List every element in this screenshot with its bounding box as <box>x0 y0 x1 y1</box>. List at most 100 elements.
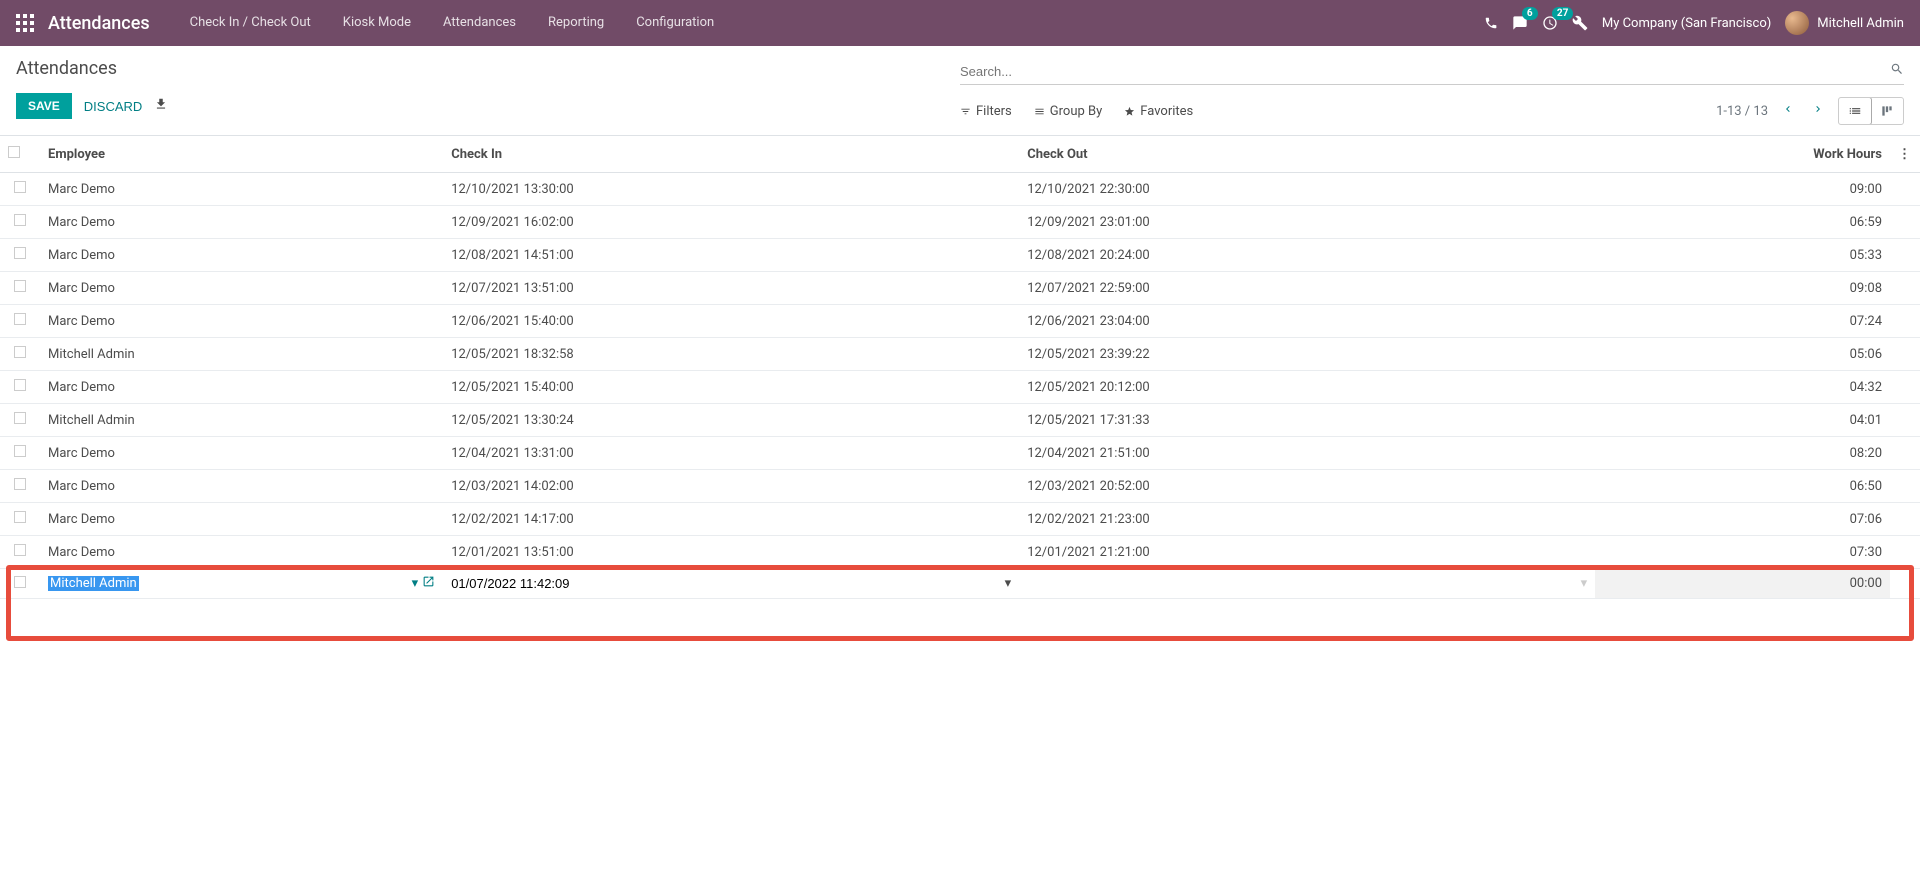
header-checkout[interactable]: Check Out <box>1019 136 1595 173</box>
activities-icon[interactable]: 27 <box>1542 15 1558 31</box>
header-checkbox-cell <box>0 136 40 173</box>
header-checkin[interactable]: Check In <box>443 136 1019 173</box>
cell-checkin: 12/05/2021 18:32:58 <box>443 338 1019 371</box>
user-name: Mitchell Admin <box>1817 16 1904 31</box>
table-row[interactable]: Marc Demo12/03/2021 14:02:0012/03/2021 2… <box>0 470 1920 503</box>
row-checkbox[interactable] <box>14 478 26 490</box>
row-checkbox[interactable] <box>14 247 26 259</box>
workhours-value: 00:00 <box>1595 569 1890 599</box>
cell-employee: Marc Demo <box>40 239 443 272</box>
chevron-left-icon <box>1782 103 1794 115</box>
user-menu[interactable]: Mitchell Admin <box>1785 11 1904 35</box>
cell-workhours: 09:00 <box>1595 173 1890 206</box>
employee-field[interactable]: Mitchell Admin <box>48 576 139 591</box>
table-row[interactable]: Marc Demo12/09/2021 16:02:0012/09/2021 2… <box>0 206 1920 239</box>
cell-workhours: 06:59 <box>1595 206 1890 239</box>
row-checkbox[interactable] <box>14 511 26 523</box>
cell-checkin: 12/05/2021 13:30:24 <box>443 404 1019 437</box>
cell-checkin: 12/01/2021 13:51:00 <box>443 536 1019 569</box>
table-row[interactable]: Marc Demo12/01/2021 13:51:0012/01/2021 2… <box>0 536 1920 569</box>
header-options[interactable]: ⋮ <box>1890 136 1920 173</box>
search-input[interactable] <box>960 64 1890 79</box>
cell-checkin: 12/02/2021 14:17:00 <box>443 503 1019 536</box>
favorites-button[interactable]: Favorites <box>1124 104 1193 119</box>
table-row[interactable]: Mitchell Admin12/05/2021 18:32:5812/05/2… <box>0 338 1920 371</box>
table-row[interactable]: Mitchell Admin12/05/2021 13:30:2412/05/2… <box>0 404 1920 437</box>
employee-dropdown-icon[interactable]: ▾ <box>412 576 419 591</box>
row-checkbox[interactable] <box>14 280 26 292</box>
table-row[interactable]: Marc Demo12/06/2021 15:40:0012/06/2021 2… <box>0 305 1920 338</box>
row-checkbox[interactable] <box>14 379 26 391</box>
debug-icon[interactable] <box>1572 15 1588 31</box>
cell-workhours: 07:24 <box>1595 305 1890 338</box>
view-kanban-button[interactable] <box>1871 98 1903 124</box>
view-list-button[interactable] <box>1838 97 1872 125</box>
table-row[interactable]: Marc Demo12/08/2021 14:51:0012/08/2021 2… <box>0 239 1920 272</box>
row-checkbox[interactable] <box>14 313 26 325</box>
phone-icon[interactable] <box>1484 16 1498 30</box>
table-row[interactable]: Marc Demo12/04/2021 13:31:0012/04/2021 2… <box>0 437 1920 470</box>
cell-checkin: 12/04/2021 13:31:00 <box>443 437 1019 470</box>
cell-checkout: 12/10/2021 22:30:00 <box>1019 173 1595 206</box>
select-all-checkbox[interactable] <box>8 146 20 158</box>
groupby-icon <box>1034 106 1045 117</box>
nav-item-kiosk[interactable]: Kiosk Mode <box>327 0 427 46</box>
apps-icon[interactable] <box>16 14 34 32</box>
table-row[interactable]: Marc Demo12/10/2021 13:30:0012/10/2021 2… <box>0 173 1920 206</box>
nav-item-checkin[interactable]: Check In / Check Out <box>174 0 327 46</box>
star-icon <box>1124 106 1135 117</box>
row-checkbox[interactable] <box>14 214 26 226</box>
row-checkbox[interactable] <box>14 576 26 588</box>
cell-checkin: 12/03/2021 14:02:00 <box>443 470 1019 503</box>
cell-checkout: 12/05/2021 17:31:33 <box>1019 404 1595 437</box>
search-bar <box>960 58 1904 85</box>
company-switcher[interactable]: My Company (San Francisco) <box>1602 16 1771 31</box>
cell-workhours: 07:30 <box>1595 536 1890 569</box>
cell-checkout: 12/08/2021 20:24:00 <box>1019 239 1595 272</box>
groupby-button[interactable]: Group By <box>1034 104 1103 119</box>
row-checkbox[interactable] <box>14 445 26 457</box>
row-checkbox[interactable] <box>14 181 26 193</box>
messages-icon[interactable]: 6 <box>1512 15 1528 31</box>
edit-row: Mitchell Admin ▾ ▾ <box>0 569 1920 599</box>
row-checkbox[interactable] <box>14 544 26 556</box>
cell-workhours: 08:20 <box>1595 437 1890 470</box>
avatar <box>1785 11 1809 35</box>
nav-item-attendances[interactable]: Attendances <box>427 0 532 46</box>
messages-badge: 6 <box>1522 7 1538 20</box>
cell-employee: Marc Demo <box>40 173 443 206</box>
list-icon <box>1848 104 1862 118</box>
cell-checkout: 12/04/2021 21:51:00 <box>1019 437 1595 470</box>
header-workhours[interactable]: Work Hours <box>1595 136 1890 173</box>
cell-checkout: 12/01/2021 21:21:00 <box>1019 536 1595 569</box>
app-brand[interactable]: Attendances <box>48 13 150 34</box>
breadcrumb: Attendances <box>16 58 960 79</box>
checkin-dropdown-icon[interactable]: ▾ <box>1005 576 1012 591</box>
nav-item-reporting[interactable]: Reporting <box>532 0 620 46</box>
search-icon[interactable] <box>1890 62 1904 80</box>
cell-checkin: 12/08/2021 14:51:00 <box>443 239 1019 272</box>
table-row[interactable]: Marc Demo12/02/2021 14:17:0012/02/2021 2… <box>0 503 1920 536</box>
export-icon[interactable] <box>154 97 168 115</box>
cell-workhours: 05:06 <box>1595 338 1890 371</box>
pager-prev[interactable] <box>1778 99 1798 123</box>
cell-checkout: 12/02/2021 21:23:00 <box>1019 503 1595 536</box>
pager-text[interactable]: 1-13 / 13 <box>1716 104 1768 119</box>
cell-checkout: 12/09/2021 23:01:00 <box>1019 206 1595 239</box>
filters-button[interactable]: Filters <box>960 104 1012 119</box>
table-row[interactable]: Marc Demo12/07/2021 13:51:0012/07/2021 2… <box>0 272 1920 305</box>
checkout-dropdown-icon[interactable]: ▾ <box>1581 576 1588 591</box>
nav-item-configuration[interactable]: Configuration <box>620 0 730 46</box>
discard-button[interactable]: DISCARD <box>84 99 143 114</box>
nav-menu: Check In / Check Out Kiosk Mode Attendan… <box>174 0 731 46</box>
cell-checkin: 12/10/2021 13:30:00 <box>443 173 1019 206</box>
external-link-icon[interactable] <box>422 575 435 592</box>
pager-next[interactable] <box>1808 99 1828 123</box>
checkin-input[interactable] <box>451 576 1004 591</box>
row-checkbox[interactable] <box>14 346 26 358</box>
row-checkbox[interactable] <box>14 412 26 424</box>
cell-employee: Marc Demo <box>40 371 443 404</box>
table-row[interactable]: Marc Demo12/05/2021 15:40:0012/05/2021 2… <box>0 371 1920 404</box>
header-employee[interactable]: Employee <box>40 136 443 173</box>
save-button[interactable]: SAVE <box>16 93 72 119</box>
